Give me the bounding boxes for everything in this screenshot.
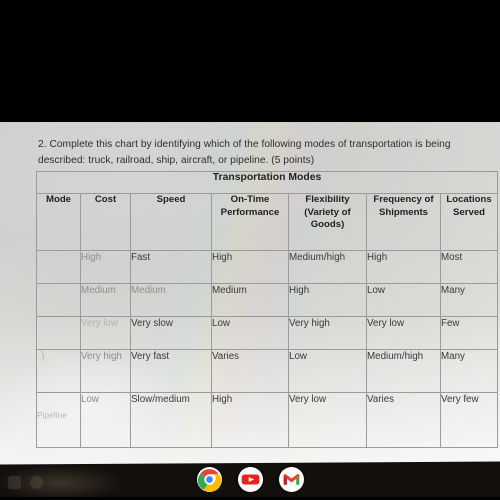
column-header-flex-line2: (Variety of xyxy=(304,206,351,218)
column-header-locations-served: Locations Served xyxy=(439,193,499,251)
cell-frequency: Medium/high xyxy=(366,349,441,393)
cell-on-time: Varies xyxy=(211,349,289,393)
table-title-row: Transportation Modes xyxy=(35,171,499,194)
cell-cost: Low xyxy=(80,392,131,448)
column-header-loc-line1: Locations xyxy=(446,194,492,205)
column-header-flex-line3: Goods) xyxy=(310,219,345,230)
cell-on-time: High xyxy=(211,392,289,448)
column-header-loc-line2: Served xyxy=(453,206,486,218)
question-line-1: 2. Complete this chart by identifying wh… xyxy=(38,139,451,150)
column-header-speed: Speed xyxy=(130,193,212,251)
cell-on-time: High xyxy=(211,250,289,284)
column-header-mode: Mode xyxy=(36,193,81,251)
cell-frequency: High xyxy=(366,250,441,284)
cell-mode[interactable]: Pipeline xyxy=(36,392,81,448)
table-row: ) Very high Very fast Varies Low Medium/… xyxy=(36,349,499,393)
table-header-row: Mode Cost Speed On-Time Performance Flex… xyxy=(36,193,499,251)
cell-cost: Very high xyxy=(80,349,131,393)
gmail-icon-glyph xyxy=(279,467,303,492)
cell-speed: Medium xyxy=(130,283,212,317)
cell-locations: Many xyxy=(439,349,499,393)
cell-locations: Few xyxy=(439,316,499,350)
cell-locations: Very few xyxy=(439,392,499,448)
table-row: Pipeline Low Slow/medium High Very low V… xyxy=(36,392,499,448)
cell-on-time: Medium xyxy=(211,283,289,317)
cell-mode[interactable] xyxy=(36,283,81,317)
cell-speed: Very slow xyxy=(130,316,212,350)
cell-speed: Slow/medium xyxy=(130,392,212,448)
column-header-flex-line1: Flexibility xyxy=(305,194,350,205)
photographed-screen: 2. Complete this chart by identifying wh… xyxy=(0,0,500,500)
table-row: Very low Very slow Low Very high Very lo… xyxy=(36,316,499,350)
cell-flexibility: High xyxy=(288,283,367,317)
column-header-on-time-performance: On-Time Performance xyxy=(211,193,289,251)
column-header-speed-label: Speed xyxy=(156,194,186,205)
question-text: 2. Complete this chart by identifying wh… xyxy=(38,137,468,168)
question-line-2: described: truck, railroad, ship, aircra… xyxy=(38,154,315,166)
cell-cost: Very low xyxy=(80,316,131,350)
column-header-ontime-line1: On-Time xyxy=(230,194,270,205)
cell-flexibility: Medium/high xyxy=(288,250,367,284)
cell-flexibility: Very low xyxy=(288,392,367,448)
cell-flexibility: Low xyxy=(288,349,367,393)
cell-cost: High xyxy=(80,250,131,284)
table-row: Medium Medium Medium High Low Many xyxy=(36,283,499,317)
handwritten-mode-mark: ) xyxy=(40,349,46,362)
table-row: High Fast High Medium/high High Most xyxy=(36,250,499,284)
transportation-modes-table: Transportation Modes Mode Cost Speed On-… xyxy=(35,171,499,448)
chrome-icon-glyph xyxy=(197,467,222,492)
column-header-cost: Cost xyxy=(80,193,131,251)
column-header-cost-label: Cost xyxy=(94,194,117,205)
column-header-freq-line1: Frequency of xyxy=(373,194,434,205)
cell-mode[interactable]: ) xyxy=(36,349,81,393)
table-title: Transportation Modes xyxy=(35,171,499,194)
cell-locations: Most xyxy=(439,250,499,284)
cell-locations: Many xyxy=(439,283,499,317)
column-header-frequency-of-shipments: Frequency of Shipments xyxy=(366,193,441,251)
cell-flexibility: Very high xyxy=(288,316,367,350)
column-header-flexibility: Flexibility (Variety of Goods) xyxy=(288,193,367,251)
gmail-icon[interactable] xyxy=(278,467,304,492)
cell-frequency: Low xyxy=(366,283,441,317)
column-header-ontime-line2: Performance xyxy=(220,206,280,218)
taskbar-icon-group xyxy=(0,467,500,500)
cell-speed: Very fast xyxy=(130,349,212,393)
cell-speed: Fast xyxy=(130,250,212,284)
column-header-freq-line2: Shipments xyxy=(378,206,429,218)
youtube-icon-glyph xyxy=(238,467,262,492)
column-header-mode-label: Mode xyxy=(45,194,72,205)
cell-mode[interactable] xyxy=(36,250,81,284)
youtube-icon[interactable] xyxy=(237,467,263,492)
cell-frequency: Very low xyxy=(366,316,441,350)
cell-on-time: Low xyxy=(211,316,289,350)
cell-cost: Medium xyxy=(80,283,131,317)
cell-frequency: Varies xyxy=(366,392,441,448)
cell-mode[interactable] xyxy=(36,316,81,350)
chrome-icon[interactable] xyxy=(196,467,222,492)
